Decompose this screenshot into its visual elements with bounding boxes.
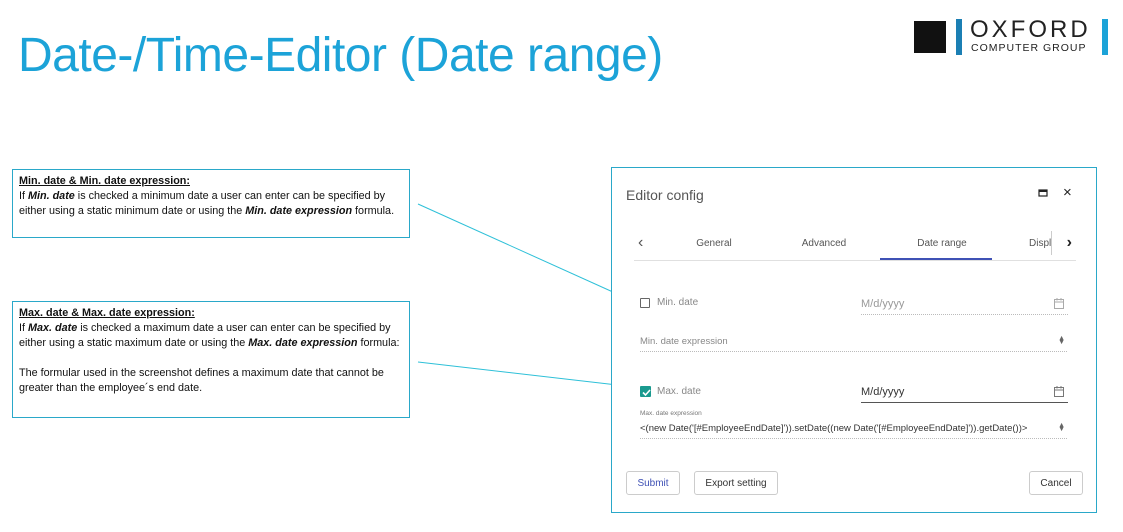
min-date-placeholder: M/d/yyyy [861, 298, 905, 310]
connector-min [417, 203, 625, 298]
min-date-checkbox[interactable] [640, 298, 650, 308]
active-tab-indicator [880, 258, 992, 260]
tab-display[interactable]: Displ [1029, 238, 1051, 249]
callout-body: If Max. date is checked a maximum date a… [19, 322, 400, 349]
tab-general[interactable]: General [674, 238, 754, 249]
max-date-expression-label: Max. date expression [640, 410, 702, 417]
callout-max-date: Max. date & Max. date expression: If Max… [12, 301, 410, 418]
field-underline [640, 438, 1067, 439]
field-underline [640, 351, 1067, 352]
dialog-title: Editor config [626, 187, 704, 203]
tab-advanced[interactable]: Advanced [784, 238, 864, 249]
max-date-expression-field[interactable]: <(new Date('[#EmployeeEndDate]')).setDat… [640, 419, 1067, 439]
min-date-label: Min. date [657, 297, 699, 308]
field-underline [861, 402, 1068, 403]
calendar-icon[interactable] [1054, 386, 1064, 397]
max-date-checkbox[interactable] [640, 386, 651, 397]
chevron-left-icon[interactable]: ‹ [638, 234, 643, 252]
min-date-expression-label: Min. date expression [640, 336, 728, 347]
connector-max [417, 361, 627, 387]
logo-bar [956, 19, 962, 55]
callout-heading: Max. date & Max. date expression: [19, 307, 195, 319]
callout-body: If Min. date is checked a minimum date a… [19, 190, 395, 217]
editor-config-dialog: Editor config × ‹ General Advanced Date … [611, 167, 1097, 513]
callout-heading: Min. date & Min. date expression: [19, 175, 190, 187]
logo-bar-right [1102, 19, 1108, 55]
maximize-icon[interactable] [1038, 188, 1048, 198]
close-icon[interactable]: × [1063, 185, 1072, 200]
slide-title: Date-/Time-Editor (Date range) [18, 29, 663, 82]
tab-date-range[interactable]: Date range [892, 238, 992, 249]
spinner-icon[interactable]: ▲ ▼ [1058, 335, 1065, 346]
logo-word: OXFORD [970, 16, 1091, 43]
submit-button[interactable]: Submit [626, 471, 680, 495]
tab-bar: ‹ General Advanced Date range Displ › [634, 228, 1076, 261]
check-icon [642, 389, 651, 397]
export-setting-button[interactable]: Export setting [694, 471, 778, 495]
logo-subtitle: COMPUTER GROUP [971, 42, 1087, 54]
max-date-value: M/d/yyyy [861, 386, 905, 398]
cancel-button[interactable]: Cancel [1029, 471, 1083, 495]
min-date-expression-field[interactable]: Min. date expression ▲ ▼ [640, 332, 1067, 352]
logo-square [914, 21, 946, 53]
field-underline [861, 314, 1068, 315]
spinner-icon[interactable]: ▲ ▼ [1058, 422, 1065, 433]
max-date-field[interactable]: M/d/yyyy [861, 383, 1068, 403]
tab-divider [1051, 231, 1052, 255]
max-date-expression-value: <(new Date('[#EmployeeEndDate]')).setDat… [640, 423, 1028, 434]
oxford-logo: OXFORD COMPUTER GROUP [914, 16, 1108, 55]
callout-min-date: Min. date & Min. date expression: If Min… [12, 169, 410, 238]
min-date-field[interactable]: M/d/yyyy [861, 295, 1068, 315]
max-date-label: Max. date [657, 386, 701, 397]
chevron-right-icon[interactable]: › [1067, 234, 1072, 252]
callout-note: The formular used in the screenshot defi… [19, 367, 384, 394]
calendar-icon[interactable] [1054, 298, 1064, 309]
